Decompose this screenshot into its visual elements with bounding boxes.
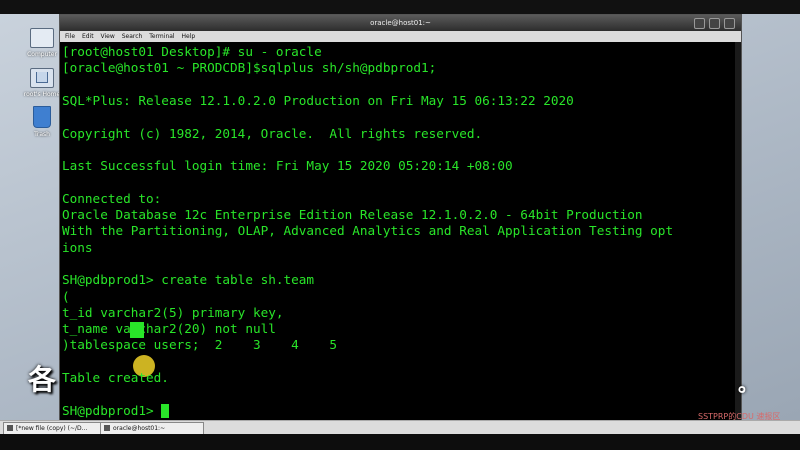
terminal-line: ( <box>62 288 70 304</box>
window-titlebar[interactable]: oracle@host01:~ <box>60 15 741 31</box>
minimize-icon[interactable] <box>694 18 705 29</box>
desktop-icon-trash[interactable]: Trash <box>22 106 62 138</box>
home-folder-icon <box>30 68 54 88</box>
terminal-line: )tablespace users; 2 3 4 5 <box>62 337 337 353</box>
terminal-line: t_name varchar2(20) not null <box>62 321 276 337</box>
trash-icon <box>33 106 51 128</box>
terminal-line: Connected to: <box>62 190 162 206</box>
terminal-line: Oracle Database 12c Enterprise Edition R… <box>62 207 643 222</box>
video-bottom-bar <box>0 434 800 450</box>
text-editor-icon <box>7 425 13 431</box>
menu-bar: File Edit View Search Terminal Help <box>60 31 741 42</box>
terminal-line: ions <box>62 239 93 255</box>
terminal-line: Table created. <box>62 370 169 385</box>
terminal-line: [oracle@host01 ~ PRODCDB]$sqlplus sh/sh@… <box>62 60 437 76</box>
desktop-icon-label: Trash <box>34 131 50 138</box>
video-top-bar <box>0 0 800 14</box>
taskbar-item-label: oracle@host01:~ <box>113 425 166 432</box>
window-title: oracle@host01:~ <box>370 19 431 27</box>
desktop-icon-label: root's Home <box>23 91 61 98</box>
terminal-line: t_id varchar2(5) primary key, <box>62 304 284 320</box>
terminal-line: Last Successful login time: Fri May 15 2… <box>62 158 513 174</box>
menu-terminal[interactable]: Terminal <box>149 31 174 42</box>
taskbar: [*new file (copy) (~/D... oracle@host01:… <box>0 420 800 435</box>
menu-file[interactable]: File <box>65 31 75 42</box>
computer-icon <box>30 28 54 48</box>
desktop-icon-computer[interactable]: Computer <box>22 28 62 58</box>
terminal-line: SH@pdbprod1> create table sh.team <box>62 272 315 288</box>
terminal-output[interactable]: [root@host01 Desktop]# su - oracle [oracl… <box>60 42 735 427</box>
close-icon[interactable] <box>724 18 735 29</box>
terminal-window: oracle@host01:~ File Edit View Search Te… <box>59 14 742 428</box>
taskbar-item-label: [*new file (copy) (~/D... <box>16 425 88 432</box>
menu-search[interactable]: Search <box>122 31 143 42</box>
terminal-icon <box>104 425 110 431</box>
desktop-icon-label: Computer <box>27 51 57 58</box>
subtitle-right: 。 <box>738 372 758 396</box>
terminal-line: With the Partitioning, OLAP, Advanced An… <box>62 223 674 239</box>
menu-edit[interactable]: Edit <box>82 31 94 42</box>
menu-view[interactable]: View <box>101 31 115 42</box>
maximize-icon[interactable] <box>709 18 720 29</box>
terminal-line: Copyright (c) 1982, 2014, Oracle. All ri… <box>62 125 483 141</box>
subtitle-left: 各 <box>28 363 57 396</box>
terminal-cursor <box>161 404 170 419</box>
watermark: SSTPRP的CDU 速报区 <box>698 412 781 421</box>
terminal-line: [root@host01 Desktop]# su - oracle <box>62 44 322 59</box>
terminal-line: SH@pdbprod1> <box>62 403 170 419</box>
desktop-icon-home[interactable]: root's Home <box>22 68 62 98</box>
terminal-line: SQL*Plus: Release 12.1.0.2.0 Production … <box>62 92 574 108</box>
menu-help[interactable]: Help <box>182 31 196 42</box>
